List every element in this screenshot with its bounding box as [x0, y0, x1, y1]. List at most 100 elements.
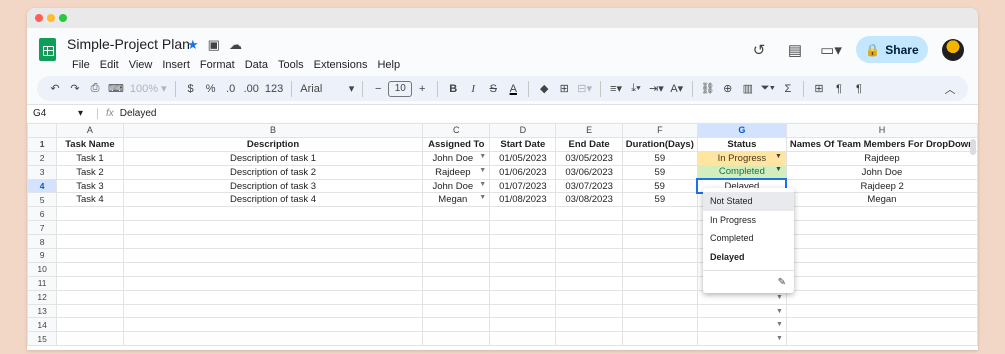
header-cell[interactable]: Status — [696, 136, 787, 152]
cell[interactable] — [555, 261, 623, 277]
document-title[interactable]: Simple-Project Plan — [67, 36, 190, 52]
header-cell[interactable]: Task Name — [56, 136, 124, 152]
percent-format-button[interactable]: % — [201, 79, 221, 99]
cell[interactable]: Rajdeep — [785, 150, 978, 166]
cell[interactable] — [56, 289, 124, 305]
minimize-window-button[interactable] — [47, 14, 55, 22]
row-number[interactable]: 11 — [27, 275, 58, 291]
chevron-down-icon[interactable]: ▼ — [479, 153, 486, 160]
cell[interactable]: Description of task 3 — [122, 178, 424, 194]
move-folder-icon[interactable]: ▣ — [208, 37, 220, 53]
cell[interactable] — [422, 261, 491, 277]
header-cell[interactable]: Assigned To — [422, 136, 491, 152]
cell[interactable]: Task 1 — [56, 150, 124, 166]
freeze-icon[interactable]: ⊞ — [809, 79, 829, 99]
dropdown-option-completed[interactable]: Completed — [703, 229, 794, 248]
cell[interactable] — [621, 248, 698, 263]
row-number[interactable]: 6 — [27, 206, 58, 222]
chevron-down-icon[interactable]: ▼ — [479, 167, 486, 174]
borders-icon[interactable]: ⊞ — [554, 79, 574, 99]
share-button[interactable]: 🔒 Share — [856, 36, 928, 63]
row-number[interactable]: 9 — [27, 248, 58, 263]
cell[interactable] — [555, 220, 623, 236]
header-cell[interactable]: Duration(Days) — [621, 136, 698, 152]
font-size-input[interactable]: 10 — [388, 80, 413, 97]
undo-icon[interactable]: ↶ — [45, 79, 65, 99]
cell[interactable] — [56, 234, 124, 250]
menu-file[interactable]: File — [67, 59, 95, 71]
comments-icon[interactable]: ▤ — [784, 39, 806, 61]
cell[interactable] — [489, 220, 557, 236]
cell[interactable] — [555, 275, 623, 291]
cell[interactable] — [122, 248, 424, 263]
menu-data[interactable]: Data — [240, 59, 273, 71]
row-number[interactable]: 13 — [27, 303, 58, 319]
menu-help[interactable]: Help — [372, 59, 405, 71]
cell[interactable] — [489, 234, 557, 250]
dropdown-cell[interactable]: Megan ▼ — [422, 192, 491, 208]
header-cell[interactable]: Names Of Team Members For DropDown — [785, 136, 978, 152]
cell[interactable] — [122, 206, 424, 222]
cell[interactable] — [785, 234, 978, 250]
menu-tools[interactable]: Tools — [273, 59, 309, 71]
text-direction-ltr-icon[interactable]: ¶ — [829, 79, 849, 99]
dropdown-cell[interactable]: John Doe ▼ — [422, 178, 491, 194]
cell[interactable]: Task 3 — [56, 178, 124, 194]
insert-link-icon[interactable]: ⛓ — [698, 79, 718, 99]
chevron-down-icon[interactable]: ▼ — [479, 181, 486, 188]
chevron-down-icon[interactable]: ▼ — [776, 308, 783, 315]
dropdown-option-in-progress[interactable]: In Progress — [703, 211, 794, 230]
cell[interactable] — [422, 317, 491, 333]
row-number[interactable]: 4 — [27, 178, 58, 194]
collapse-toolbar-icon[interactable]: ︿ — [940, 79, 960, 99]
cloud-status-icon[interactable]: ☁ — [229, 37, 242, 53]
cell[interactable] — [56, 206, 124, 222]
cell[interactable] — [555, 331, 623, 347]
cell[interactable]: 03/07/2023 — [555, 178, 623, 194]
cell[interactable] — [122, 331, 424, 347]
cell[interactable] — [489, 289, 557, 305]
cell[interactable] — [122, 234, 424, 250]
row-number[interactable]: 7 — [27, 220, 58, 236]
dropdown-cell[interactable]: Rajdeep ▼ — [422, 164, 491, 180]
cell[interactable] — [555, 303, 623, 319]
chevron-down-icon[interactable]: ▼ — [775, 153, 782, 160]
cell[interactable] — [785, 331, 978, 347]
status-chip-cell[interactable]: In Progress ▼ — [696, 150, 787, 166]
cell[interactable]: 01/07/2023 — [489, 178, 557, 194]
cell[interactable] — [621, 275, 698, 291]
star-icon[interactable]: ★ — [187, 37, 199, 53]
cell[interactable] — [785, 206, 978, 222]
print-icon[interactable]: ⎙ — [85, 79, 105, 99]
row-number[interactable]: 14 — [27, 317, 58, 333]
history-icon[interactable]: ↺ — [748, 39, 770, 61]
cell[interactable]: 03/06/2023 — [555, 164, 623, 180]
dropdown-option-not-stated[interactable]: Not Stated — [703, 192, 794, 211]
cell[interactable]: Description of task 4 — [122, 192, 424, 208]
cell[interactable]: Rajdeep 2 — [785, 178, 978, 194]
cell[interactable]: 03/05/2023 — [555, 150, 623, 166]
filter-icon[interactable]: ⏷▾ — [758, 79, 778, 99]
cell[interactable] — [56, 248, 124, 263]
select-all-corner[interactable] — [27, 123, 58, 138]
cell[interactable] — [621, 220, 698, 236]
cell[interactable] — [56, 220, 124, 236]
vertical-scrollbar[interactable] — [970, 139, 976, 155]
strikethrough-button[interactable]: S — [483, 79, 503, 99]
cell[interactable] — [122, 303, 424, 319]
cell[interactable] — [122, 317, 424, 333]
cell[interactable] — [422, 206, 491, 222]
cell[interactable] — [422, 303, 491, 319]
row-number[interactable]: 12 — [27, 289, 58, 305]
cell[interactable] — [422, 234, 491, 250]
cell[interactable] — [489, 331, 557, 347]
cell[interactable]: 59 — [621, 164, 698, 180]
cell[interactable]: 01/08/2023 — [489, 192, 557, 208]
dropdown-option-delayed[interactable]: Delayed — [703, 248, 794, 267]
cell[interactable] — [621, 261, 698, 277]
text-direction-rtl-icon[interactable]: ¶ — [849, 79, 869, 99]
cell[interactable] — [555, 317, 623, 333]
text-rotation-icon[interactable]: A▾ — [667, 79, 687, 99]
cell[interactable] — [56, 317, 124, 333]
meet-icon[interactable]: ▭▾ — [820, 39, 842, 61]
